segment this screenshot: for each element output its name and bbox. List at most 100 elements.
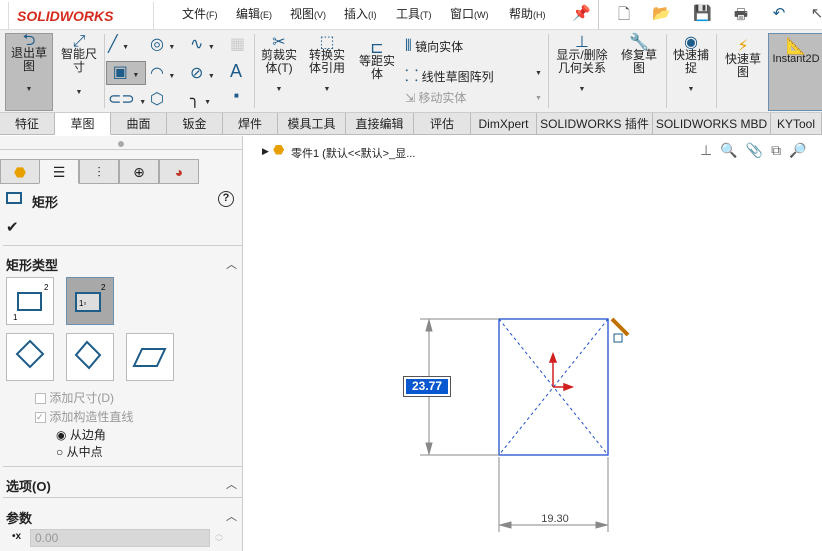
property-manager: ⬣ ☰ ⫶ ⊕ ◕ 矩形 ? ✔ 矩形类型 ︿ 12 1▫ 2 添加尺寸(D) ✓… bbox=[0, 136, 243, 551]
spline-icon[interactable]: ∿ ▼ bbox=[190, 34, 215, 54]
quick-snaps-button[interactable]: ◉ 快速捕捉 ▼ bbox=[670, 35, 712, 96]
tab-evaluate[interactable]: 评估 bbox=[414, 113, 471, 135]
add-dimensions-checkbox[interactable]: 添加尺寸(D) bbox=[35, 389, 114, 406]
command-manager: ⮌ 退出草图 ▼ ⤢ 智能尺寸 ▼ ╱ ▼ ◎ ▼ ∿ ▼ ▦ ▣ ▼ ◠ ▼ ⊘ ▼ … bbox=[0, 30, 822, 113]
slot-icon[interactable]: ⊂⊃ ▼ bbox=[108, 89, 146, 109]
command-tabs: 特征 草图 曲面 钣金 焊件 模具工具 直接编辑 评估 DimXpert SOL… bbox=[0, 113, 822, 135]
collapse-chevron-icon[interactable]: ︿ bbox=[226, 256, 237, 272]
solidworks-logo[interactable]: SOLIDWORKS bbox=[8, 2, 154, 30]
exit-sketch-button[interactable]: ⮌ 退出草图 ▼ bbox=[5, 33, 53, 111]
tab-sketch[interactable]: 草图 bbox=[55, 113, 111, 135]
line-icon[interactable]: ╱ ▼ bbox=[108, 34, 129, 54]
vertical-dimension-value[interactable]: 23.77 bbox=[406, 379, 448, 394]
linear-pattern-button[interactable]: ⸬ 线性草图阵列 bbox=[405, 64, 494, 86]
horizontal-dimension-value: 19.30 bbox=[541, 513, 569, 525]
x-spinner[interactable]: ︿ ﹀ bbox=[215, 529, 223, 547]
rectangle-type-header: 矩形类型 bbox=[6, 258, 59, 273]
tab-sheet-metal[interactable]: 钣金 bbox=[167, 113, 223, 135]
menu-help[interactable]: 帮助(H) bbox=[509, 5, 546, 22]
mirror-icon: ⫴ bbox=[405, 38, 412, 55]
menu-file[interactable]: 文件(F) bbox=[182, 5, 218, 22]
display-delete-relations-button[interactable]: ⊥ 显示/删除几何关系 ▼ bbox=[553, 35, 611, 96]
pin-icon[interactable]: 📌 bbox=[572, 4, 591, 24]
tab-direct-editing[interactable]: 直接编辑 bbox=[346, 113, 414, 135]
display-manager-tab[interactable]: ◕ bbox=[159, 159, 199, 184]
smart-dimension-button[interactable]: ⤢ 智能尺寸 ▼ bbox=[57, 34, 101, 99]
configuration-manager-tab[interactable]: ⫶ bbox=[79, 159, 119, 184]
tab-dimxpert[interactable]: DimXpert bbox=[471, 113, 537, 135]
add-construction-lines-checkbox[interactable]: ✓ 添加构造性直线 bbox=[35, 408, 133, 425]
options-header[interactable]: 选项(O) bbox=[6, 476, 51, 495]
title-bar: SOLIDWORKS 文件(F) 编辑(E) 视图(V) 插入(I) 工具(T)… bbox=[0, 0, 822, 30]
select-icon[interactable]: ↖ bbox=[808, 4, 822, 24]
convert-entities-button[interactable]: ⬚ 转换实体引用 ▼ bbox=[304, 35, 350, 96]
linear-pattern-icon: ⸬ bbox=[405, 68, 419, 85]
panel-splitter[interactable] bbox=[118, 141, 124, 147]
open-file-icon[interactable]: 📂 bbox=[652, 4, 671, 24]
repair-sketch-button[interactable]: 🔧 修复草图 bbox=[617, 35, 661, 75]
tab-mold-tools[interactable]: 模具工具 bbox=[278, 113, 346, 135]
tab-kytool[interactable]: KYTool bbox=[771, 113, 822, 135]
text-icon[interactable]: A bbox=[230, 61, 242, 82]
new-file-icon[interactable]: 🗋 bbox=[615, 4, 633, 24]
parallelogram-button[interactable] bbox=[126, 333, 174, 381]
move-entities-button[interactable]: ⇲ 移动实体 bbox=[405, 89, 466, 106]
mirror-entities-button[interactable]: ⫴ 镜向实体 bbox=[405, 38, 463, 56]
3point-corner-rectangle-button[interactable] bbox=[6, 333, 54, 381]
menu-window[interactable]: 窗口(W) bbox=[450, 5, 489, 22]
from-midpoint-radio[interactable]: ○ 从中点 bbox=[56, 443, 103, 460]
print-icon[interactable]: 🖶 bbox=[732, 4, 750, 24]
x-coordinate-field[interactable]: 0.00 bbox=[30, 529, 210, 547]
ok-checkmark-icon[interactable]: ✔ bbox=[6, 218, 19, 236]
logo-text: SOLIDWORKS bbox=[17, 7, 114, 24]
menu-insert[interactable]: 插入(I) bbox=[344, 5, 377, 22]
3point-center-rectangle-button[interactable] bbox=[66, 333, 114, 381]
tab-surfaces[interactable]: 曲面 bbox=[111, 113, 167, 135]
instant2d-button[interactable]: 📐 Instant2D bbox=[768, 33, 822, 111]
fillet-icon[interactable]: ╮ ▼ bbox=[190, 89, 211, 109]
collapse-chevron-icon[interactable]: ︿ bbox=[226, 508, 237, 524]
svg-text:1: 1 bbox=[13, 313, 18, 322]
tab-features[interactable]: 特征 bbox=[0, 113, 55, 135]
pencil-cursor-icon bbox=[610, 317, 630, 343]
sketch-canvas[interactable]: 19.30 bbox=[248, 136, 822, 551]
tab-weldments[interactable]: 焊件 bbox=[223, 113, 278, 135]
polygon-icon[interactable]: ⬡ bbox=[150, 89, 164, 109]
origin-icon bbox=[548, 351, 575, 392]
help-icon[interactable]: ? bbox=[218, 191, 234, 207]
collapse-chevron-icon[interactable]: ︿ bbox=[226, 476, 237, 492]
tab-solidworks-mbd[interactable]: SOLIDWORKS MBD bbox=[653, 113, 771, 135]
feature-manager-tab[interactable]: ⬣ bbox=[0, 159, 40, 184]
svg-text:1▫: 1▫ bbox=[79, 299, 86, 308]
center-rectangle-button[interactable]: 1▫ 2 bbox=[66, 277, 114, 325]
graphics-area[interactable]: ▶ ⬣ 零件1 (默认<<默认>_显... ⊥🔍📎⧉🔎 19.30 23.77 bbox=[248, 136, 822, 551]
parameters-header[interactable]: 参数 bbox=[6, 508, 32, 527]
save-icon[interactable]: 💾 bbox=[693, 4, 712, 24]
instant2d-icon: 📐 bbox=[786, 38, 806, 55]
menu-tools[interactable]: 工具(T) bbox=[396, 5, 432, 22]
x-coordinate-icon: •x bbox=[12, 531, 22, 542]
menu-edit[interactable]: 编辑(E) bbox=[236, 5, 272, 22]
circle-icon[interactable]: ◎ ▼ bbox=[150, 34, 175, 54]
dimxpert-manager-tab[interactable]: ⊕ bbox=[119, 159, 159, 184]
rectangle-icon bbox=[6, 192, 22, 204]
svg-text:2: 2 bbox=[44, 283, 49, 292]
rectangle-icon[interactable]: ▣ ▼ bbox=[106, 61, 146, 85]
tab-solidworks-addins[interactable]: SOLIDWORKS 插件 bbox=[537, 113, 653, 135]
property-manager-tab[interactable]: ☰ bbox=[39, 159, 79, 184]
ellipse-icon[interactable]: ⊘ ▼ bbox=[190, 63, 215, 83]
trim-entities-button[interactable]: ✂ 剪裁实体(T) ▼ bbox=[258, 35, 300, 96]
rapid-sketch-button[interactable]: ⚡ 快速草图 bbox=[722, 39, 764, 79]
arc-icon[interactable]: ◠ ▼ bbox=[150, 63, 175, 83]
offset-entities-button[interactable]: ⊏ 等距实体 bbox=[354, 41, 400, 81]
point-icon[interactable]: ■ bbox=[234, 91, 239, 100]
grid-icon[interactable]: ▦ bbox=[230, 34, 245, 54]
svg-text:2: 2 bbox=[101, 283, 106, 292]
undo-icon[interactable]: ↶ bbox=[770, 4, 788, 24]
dimension-input-box[interactable]: 23.77 bbox=[403, 376, 451, 397]
from-corner-radio[interactable]: ◉ 从边角 bbox=[56, 426, 106, 443]
move-icon: ⇲ bbox=[405, 91, 416, 105]
panel-title: 矩形 bbox=[32, 195, 59, 210]
corner-rectangle-button[interactable]: 12 bbox=[6, 277, 54, 325]
menu-view[interactable]: 视图(V) bbox=[290, 5, 326, 22]
